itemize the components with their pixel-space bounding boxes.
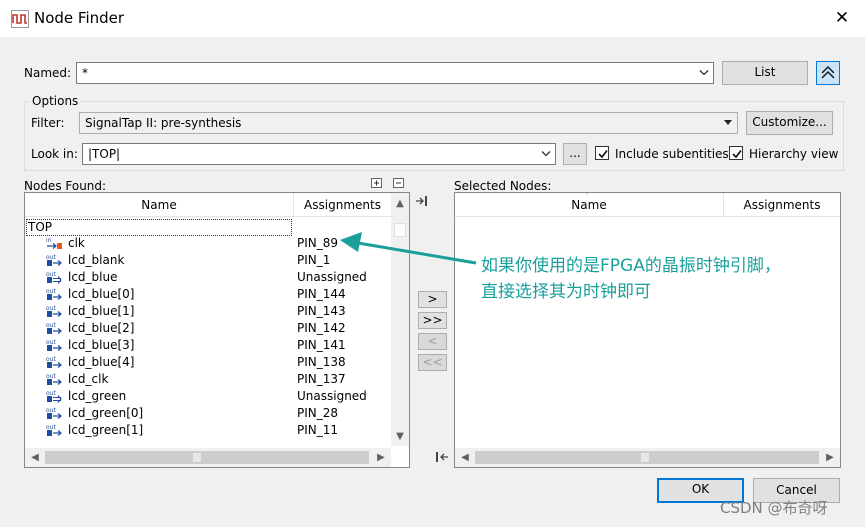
annotation-text-line1: 如果你使用的是FPGA的晶振时钟引脚， — [481, 256, 781, 276]
annotation-text-line2: 直接选择其为时钟即可 — [481, 282, 651, 302]
watermark: CSDN @布奇呀 — [720, 499, 828, 517]
